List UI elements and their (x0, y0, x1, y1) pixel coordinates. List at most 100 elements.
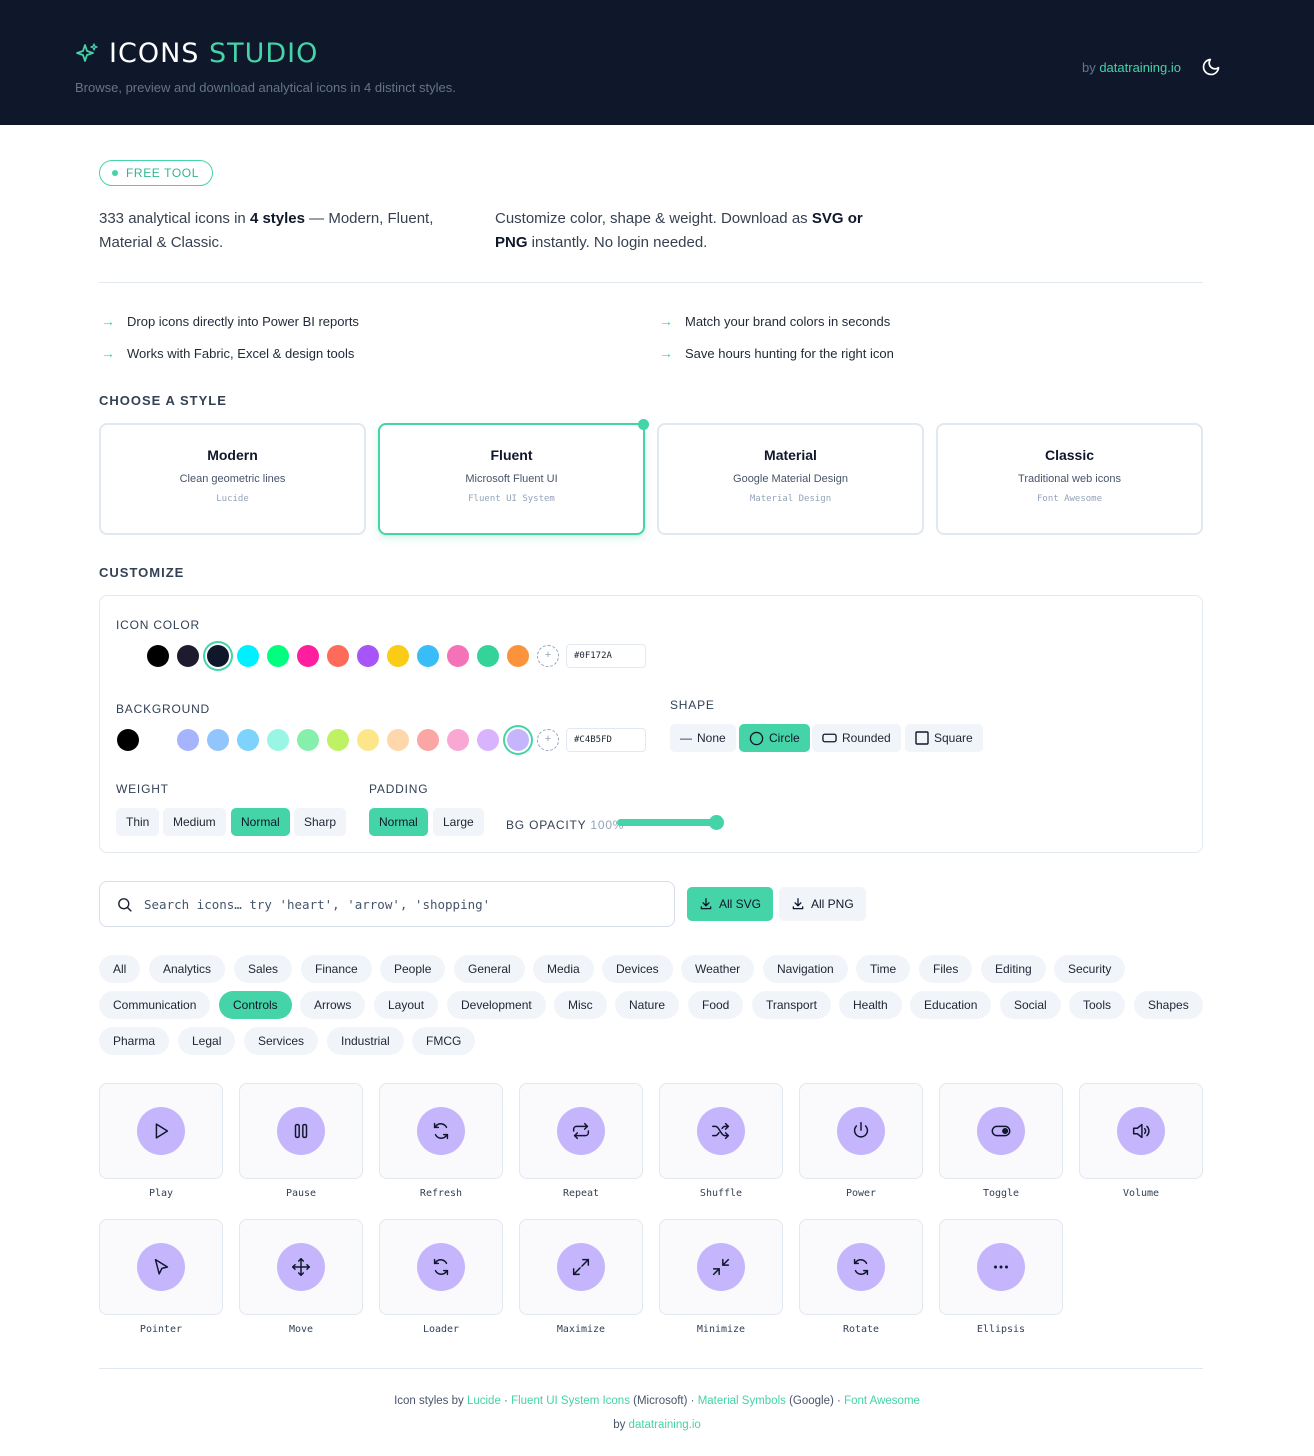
icon-tile-shuffle[interactable] (659, 1083, 783, 1179)
style-card-classic[interactable]: Classic Traditional web icons Font Aweso… (936, 423, 1203, 535)
icon-color-swatch[interactable] (447, 645, 469, 667)
category-chip-shapes[interactable]: Shapes (1134, 991, 1203, 1019)
category-chip-social[interactable]: Social (1000, 991, 1061, 1019)
style-card-material[interactable]: Material Google Material Design Material… (657, 423, 924, 535)
brand[interactable]: ICONS STUDIO (75, 38, 318, 69)
icon-color-swatch[interactable] (357, 645, 379, 667)
category-chip-transport[interactable]: Transport (752, 991, 831, 1019)
bg-opacity-slider[interactable] (617, 819, 717, 826)
padding-normal-button[interactable]: Normal (369, 808, 428, 836)
category-chip-all[interactable]: All (99, 955, 141, 983)
category-chip-pharma[interactable]: Pharma (99, 1027, 170, 1055)
material-link[interactable]: Material Symbols (698, 1395, 786, 1407)
footer-datatraining-link[interactable]: datatraining.io (629, 1419, 701, 1431)
lucide-link[interactable]: Lucide (467, 1395, 501, 1407)
icon-color-hex-input[interactable]: #0F172A (566, 644, 646, 668)
category-chip-people[interactable]: People (380, 955, 446, 983)
category-chip-finance[interactable]: Finance (301, 955, 372, 983)
bg-color-swatch[interactable] (357, 729, 379, 751)
icon-tile-pause[interactable] (239, 1083, 363, 1179)
weight-normal-button[interactable]: Normal (231, 808, 290, 836)
bg-color-swatch[interactable] (387, 729, 409, 751)
icon-tile-refresh[interactable] (379, 1083, 503, 1179)
category-chip-legal[interactable]: Legal (178, 1027, 236, 1055)
category-chip-food[interactable]: Food (688, 991, 744, 1019)
icon-color-swatch[interactable] (147, 645, 169, 667)
fluent-link[interactable]: Fluent UI System Icons (511, 1395, 630, 1407)
icon-tile-move[interactable] (239, 1219, 363, 1315)
category-chip-services[interactable]: Services (244, 1027, 319, 1055)
category-chip-fmcg[interactable]: FMCG (412, 1027, 476, 1055)
icon-tile-loader[interactable] (379, 1219, 503, 1315)
fontawesome-link[interactable]: Font Awesome (844, 1395, 920, 1407)
category-chip-education[interactable]: Education (910, 991, 992, 1019)
category-chip-media[interactable]: Media (533, 955, 594, 983)
category-chip-tools[interactable]: Tools (1069, 991, 1126, 1019)
icon-color-swatch[interactable] (237, 645, 259, 667)
bg-color-swatch[interactable] (477, 729, 499, 751)
download-all-png-button[interactable]: All PNG (779, 887, 866, 921)
icon-tile-repeat[interactable] (519, 1083, 643, 1179)
category-chip-general[interactable]: General (454, 955, 525, 983)
category-chip-weather[interactable]: Weather (681, 955, 755, 983)
category-chip-health[interactable]: Health (839, 991, 902, 1019)
icon-tile-rotate[interactable] (799, 1219, 923, 1315)
weight-thin-button[interactable]: Thin (116, 808, 160, 836)
icon-tile-power[interactable] (799, 1083, 923, 1179)
shape-none-button[interactable]: — None (670, 724, 736, 752)
style-card-fluent[interactable]: Fluent Microsoft Fluent UI Fluent UI Sys… (378, 419, 649, 535)
category-chip-communication[interactable]: Communication (99, 991, 211, 1019)
padding-large-button[interactable]: Large (433, 808, 484, 836)
category-chip-devices[interactable]: Devices (602, 955, 673, 983)
custom-color-picker[interactable] (537, 645, 559, 667)
style-card-modern[interactable]: Modern Clean geometric lines Lucide (99, 423, 366, 535)
bg-color-swatch[interactable] (207, 729, 229, 751)
category-chip-development[interactable]: Development (447, 991, 546, 1019)
category-chip-files[interactable]: Files (919, 955, 973, 983)
bg-color-swatch[interactable] (117, 729, 139, 751)
bg-color-swatch[interactable] (507, 729, 529, 751)
icon-color-swatch[interactable] (417, 645, 439, 667)
bg-color-swatch[interactable] (267, 729, 289, 751)
shape-rounded-button[interactable]: Rounded (812, 724, 901, 752)
category-chip-industrial[interactable]: Industrial (327, 1027, 404, 1055)
icon-color-swatch[interactable] (267, 645, 289, 667)
custom-bg-picker[interactable] (537, 729, 559, 751)
icon-color-swatch[interactable] (477, 645, 499, 667)
bg-opacity-slider-handle[interactable] (709, 815, 724, 830)
datatraining-link[interactable]: datatraining.io (1099, 60, 1181, 75)
icon-color-swatch[interactable] (297, 645, 319, 667)
weight-medium-button[interactable]: Medium (163, 808, 226, 836)
icon-tile-minimize[interactable] (659, 1219, 783, 1315)
shape-square-button[interactable]: Square (905, 724, 983, 752)
icon-color-swatch[interactable] (207, 645, 229, 667)
bg-color-hex-input[interactable]: #C4B5FD (566, 728, 646, 752)
bg-color-swatch[interactable] (327, 729, 349, 751)
category-chip-misc[interactable]: Misc (554, 991, 607, 1019)
category-chip-layout[interactable]: Layout (374, 991, 439, 1019)
bg-color-swatch[interactable] (147, 729, 169, 751)
icon-color-swatch[interactable] (327, 645, 349, 667)
bg-color-swatch[interactable] (417, 729, 439, 751)
category-chip-security[interactable]: Security (1054, 955, 1126, 983)
moon-icon[interactable] (1201, 57, 1221, 77)
category-chip-editing[interactable]: Editing (981, 955, 1046, 983)
bg-color-swatch[interactable] (237, 729, 259, 751)
icon-color-swatch[interactable] (177, 645, 199, 667)
search-box[interactable]: Search icons… try 'heart', 'arrow', 'sho… (99, 881, 675, 927)
category-chip-navigation[interactable]: Navigation (763, 955, 848, 983)
icon-color-swatch[interactable] (507, 645, 529, 667)
weight-sharp-button[interactable]: Sharp (294, 808, 347, 836)
category-chip-controls[interactable]: Controls (219, 991, 292, 1019)
icon-tile-ellipsis[interactable] (939, 1219, 1063, 1315)
icon-tile-toggle[interactable] (939, 1083, 1063, 1179)
search-input[interactable]: Search icons… try 'heart', 'arrow', 'sho… (144, 897, 490, 912)
icon-tile-play[interactable] (99, 1083, 223, 1179)
icon-color-swatch[interactable] (387, 645, 409, 667)
download-all-svg-button[interactable]: All SVG (687, 887, 774, 921)
bg-color-swatch[interactable] (177, 729, 199, 751)
icon-color-swatch[interactable] (117, 645, 139, 667)
category-chip-analytics[interactable]: Analytics (149, 955, 226, 983)
icon-tile-pointer[interactable] (99, 1219, 223, 1315)
bg-color-swatch[interactable] (297, 729, 319, 751)
